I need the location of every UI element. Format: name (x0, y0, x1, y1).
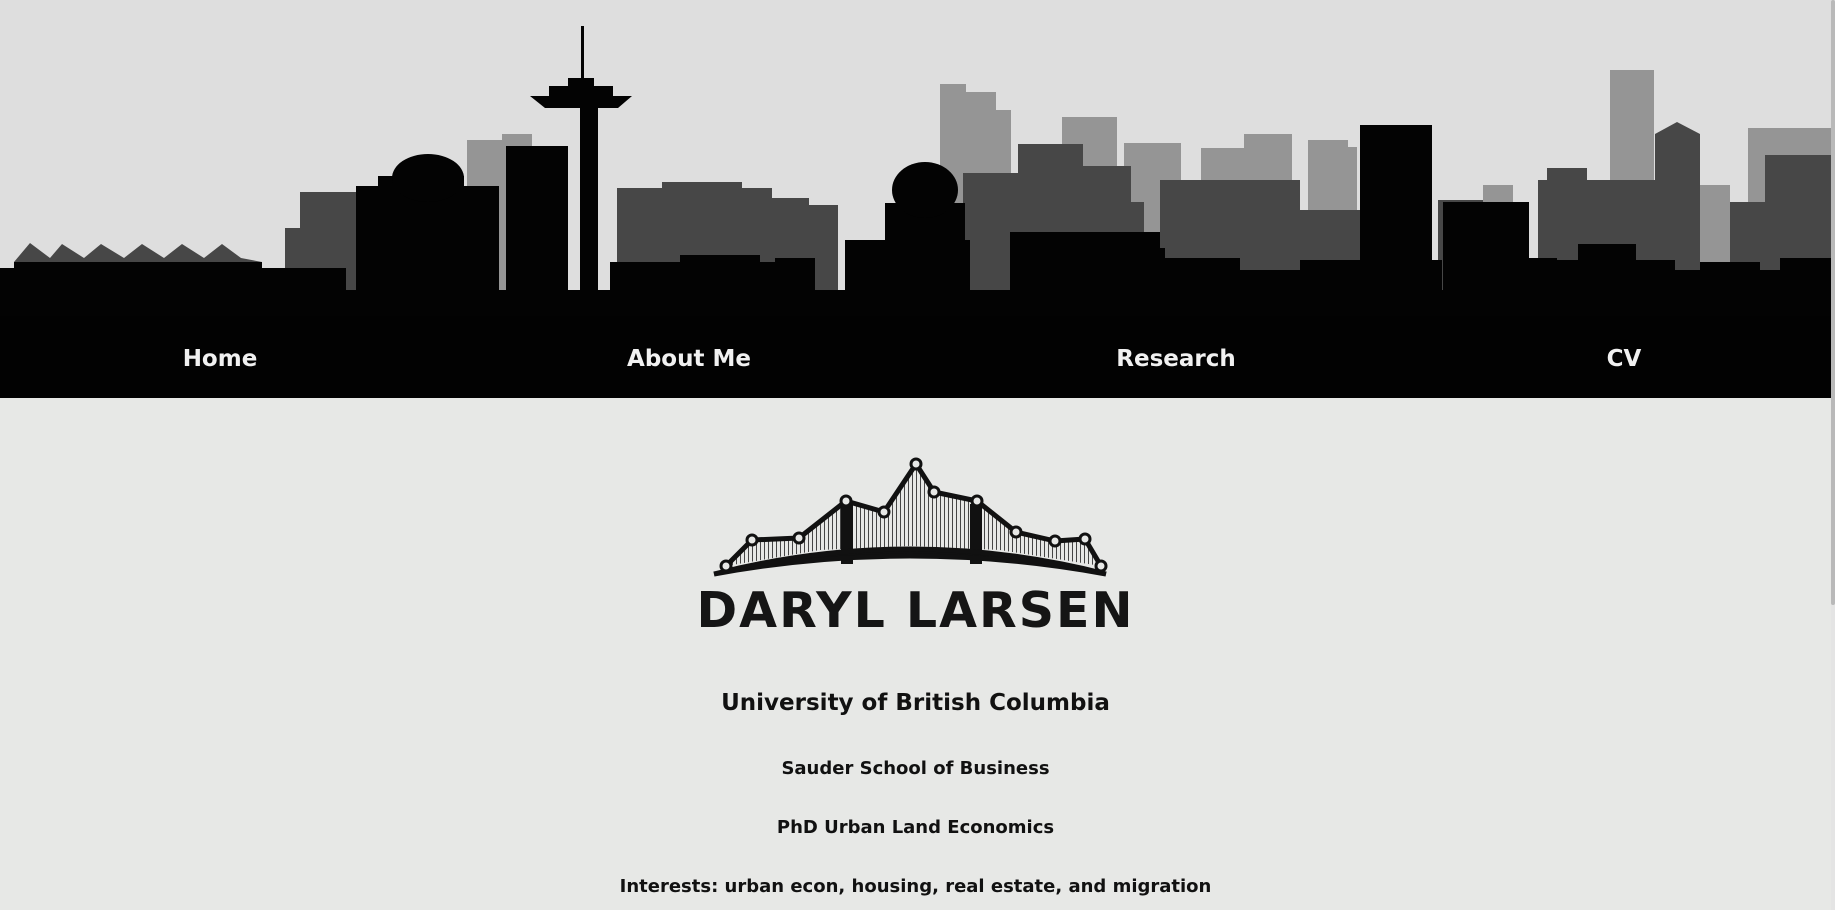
nav-home-link[interactable]: Home (183, 346, 258, 372)
nav-research-link[interactable]: Research (1116, 346, 1235, 372)
logo-wordmark: DARYL LARSEN (696, 582, 1135, 639)
bridge-graph-icon (713, 457, 1108, 577)
degree-text: PhD Urban Land Economics (776, 817, 1055, 838)
interests-text: Interests: urban econ, housing, real est… (619, 876, 1212, 897)
university-heading: University of British Columbia (721, 690, 1110, 716)
skyline-banner: Home About Me Research CV (0, 0, 1831, 398)
scrollbar-thumb[interactable] (1831, 0, 1835, 605)
bridge-graph-logo (700, 452, 1120, 586)
main-navigation: Home About Me Research CV (0, 316, 1831, 398)
nav-cv-link[interactable]: CV (1607, 346, 1642, 372)
page: Home About Me Research CV DARYL LARSEN U… (0, 0, 1831, 910)
nav-about-me-link[interactable]: About Me (627, 346, 751, 372)
school-text: Sauder School of Business (781, 758, 1050, 779)
